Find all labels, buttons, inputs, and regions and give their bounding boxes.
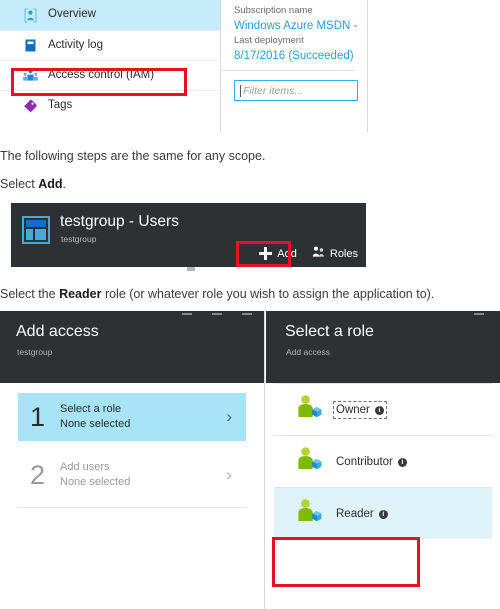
steps-divider	[18, 507, 246, 508]
users-blade-command-bar: Add Roles	[259, 245, 358, 262]
role-name: Contributor i	[336, 456, 407, 468]
users-blade-subtitle: testgroup	[61, 234, 97, 244]
instruction-line-1: The following steps are the same for any…	[0, 149, 266, 163]
resource-blade-figure: Overview Activity log Access control (IA…	[0, 0, 368, 132]
properties-divider	[222, 70, 355, 71]
select-role-title: Select a role	[285, 323, 374, 340]
instruction-line-3-suffix: role (or whatever role you wish to assig…	[101, 287, 435, 301]
tutorial-screenshot: Overview Activity log Access control (IA…	[0, 0, 500, 610]
instruction-line-3-prefix: Select the	[0, 287, 60, 301]
subscription-name-value[interactable]: Windows Azure MSDN -	[234, 18, 367, 34]
select-role-header: Select a role Add access	[266, 311, 500, 383]
step-title: Select a role	[60, 403, 122, 415]
select-role-subtitle: Add access	[286, 347, 330, 357]
add-button-label: Add	[277, 247, 297, 260]
info-icon[interactable]: i	[397, 457, 407, 467]
role-list-item-contributor[interactable]: Contributor i	[274, 435, 492, 487]
step-spacer	[0, 441, 264, 451]
role-user-icon	[296, 498, 324, 529]
add-access-figure: Add access testgroup 1 Select a role Non…	[0, 311, 500, 610]
info-icon[interactable]: i	[378, 509, 388, 519]
users-blade-title: testgroup - Users	[60, 213, 179, 230]
sidebar-item-tags[interactable]: Tags	[0, 90, 220, 120]
resource-nav-list: Overview Activity log Access control (IA…	[0, 0, 221, 132]
chevron-right-icon: ›	[226, 465, 232, 484]
sidebar-item-label: Overview	[48, 8, 96, 21]
step-value: None selected	[60, 476, 131, 488]
instruction-line-2-suffix: .	[62, 177, 67, 191]
instruction-line-3-emphasis: Reader	[59, 287, 102, 301]
step-value: None selected	[60, 418, 131, 430]
subscription-name-label: Subscription name	[234, 5, 313, 16]
instruction-line-2-emphasis: Add	[38, 177, 63, 191]
filter-items-placeholder: Filter items...	[243, 84, 304, 97]
step-add-users[interactable]: 2 Add users None selected ›	[18, 451, 246, 499]
users-blade-figure: testgroup - Users testgroup Add Roles	[11, 203, 366, 271]
role-list-item-reader[interactable]: Reader i	[274, 487, 492, 539]
instruction-line-2: Select Add.	[0, 177, 66, 191]
role-user-icon	[296, 394, 324, 425]
role-name: Reader i	[336, 508, 388, 520]
info-icon[interactable]: i	[374, 405, 384, 415]
select-role-blade: Select a role Add access Owner i Contrib…	[266, 311, 500, 610]
sidebar-item-label: Tags	[48, 98, 73, 111]
role-name: Owner i	[333, 400, 387, 419]
resource-properties-panel: Subscription name Windows Azure MSDN - L…	[222, 0, 368, 132]
step-select-a-role[interactable]: 1 Select a role None selected ›	[18, 393, 246, 441]
add-access-subtitle: testgroup	[17, 347, 53, 357]
roles-button[interactable]: Roles	[311, 245, 358, 262]
last-deployment-label: Last deployment	[234, 35, 304, 46]
step-number: 2	[30, 459, 46, 490]
role-list: Owner i Contributor i Reader i	[266, 383, 500, 610]
plus-icon	[259, 247, 273, 260]
add-access-steps: 1 Select a role None selected › 2 Add us…	[0, 383, 264, 610]
role-list-item-owner[interactable]: Owner i	[274, 383, 492, 435]
sidebar-item-overview[interactable]: Overview	[0, 0, 220, 30]
filter-items-input[interactable]: Filter items...	[234, 80, 358, 101]
sidebar-item-activity-log[interactable]: Activity log	[0, 30, 220, 60]
add-access-blade: Add access testgroup 1 Select a role Non…	[0, 311, 265, 610]
add-access-header: Add access testgroup	[0, 311, 264, 383]
instruction-line-3: Select the Reader role (or whatever role…	[0, 287, 434, 301]
resource-group-icon	[22, 216, 50, 244]
chevron-right-icon: ›	[226, 407, 232, 426]
blade-tab-nub	[187, 267, 195, 271]
add-button[interactable]: Add	[259, 247, 297, 260]
activity-log-icon	[22, 37, 39, 54]
step-number: 1	[30, 401, 46, 432]
sidebar-item-access-control[interactable]: Access control (IAM)	[0, 60, 220, 90]
last-deployment-value[interactable]: 8/17/2016 (Succeeded)	[234, 48, 367, 64]
overview-icon	[22, 7, 39, 24]
roles-button-label: Roles	[329, 247, 358, 260]
instruction-line-2-prefix: Select	[0, 177, 39, 191]
roles-icon	[311, 245, 325, 262]
sidebar-item-label: Activity log	[48, 38, 103, 51]
access-control-icon	[22, 67, 39, 84]
sidebar-item-label: Access control (IAM)	[48, 68, 155, 81]
tag-icon	[22, 97, 39, 114]
add-access-title: Add access	[16, 323, 99, 340]
role-user-icon	[296, 446, 324, 477]
text-caret	[240, 84, 241, 97]
step-title: Add users	[60, 461, 110, 473]
